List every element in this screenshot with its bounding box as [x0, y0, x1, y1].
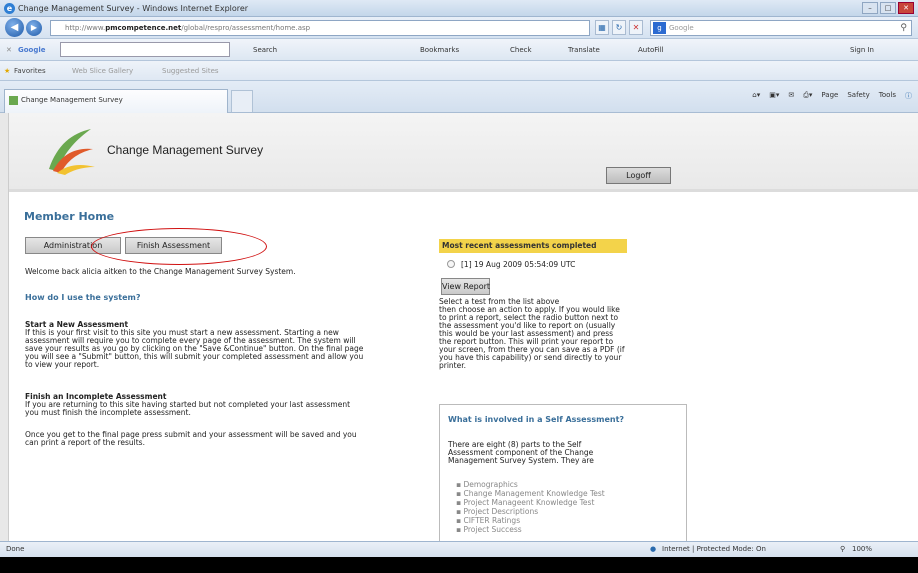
search-input[interactable]: g Google ⚲	[650, 20, 912, 36]
safety-menu[interactable]: Safety	[847, 91, 869, 101]
maximize-icon[interactable]: □	[880, 2, 896, 14]
favorites-bar: ★ Favorites Web Slice Gallery Suggested …	[0, 61, 918, 81]
parts-list: Demographics Change Management Knowledge…	[456, 480, 605, 534]
refresh-icon[interactable]: ↻	[612, 20, 626, 35]
app-header: Change Management Survey Logoff	[9, 113, 918, 189]
url-prefix: http://www.	[65, 24, 106, 32]
search-icon[interactable]: ⚲	[900, 21, 907, 35]
highlight-annotation	[91, 228, 267, 265]
bookmarks-button[interactable]: Bookmarks	[420, 39, 459, 61]
signin-button[interactable]: Sign In	[850, 39, 874, 61]
how-heading: How do I use the system?	[25, 293, 141, 302]
google-label: Google	[18, 46, 46, 54]
autofill-button[interactable]: AutoFill	[638, 39, 664, 61]
new-tab-button[interactable]	[231, 90, 253, 112]
list-item: Change Management Knowledge Test	[456, 489, 604, 498]
panel-title: What is involved in a Self Assessment?	[448, 415, 625, 424]
logoff-button[interactable]: Logoff	[606, 167, 671, 184]
google-search-input[interactable]	[60, 42, 230, 57]
ie-logo-icon: e	[4, 3, 15, 14]
web-slice-gallery-link[interactable]: Web Slice Gallery	[72, 61, 133, 81]
recent-assessments-heading: Most recent assessments completed	[439, 239, 627, 253]
favorites-button[interactable]: Favorites	[14, 61, 46, 81]
google-toolbar: ✕ Google Search Bookmarks Check Translat…	[0, 39, 918, 61]
app-title: Change Management Survey	[107, 143, 264, 157]
page-menu[interactable]: Page	[821, 91, 838, 101]
list-item: Project Success	[456, 525, 605, 534]
url-field[interactable]: http://www.pmcompetence.net/global/respr…	[50, 20, 590, 36]
left-gutter	[0, 113, 8, 541]
list-item: Project Manageent Knowledge Test	[456, 498, 605, 507]
search-placeholder: Google	[669, 24, 694, 32]
zoom-icon[interactable]: ⚲	[840, 542, 845, 557]
url-domain: pmcompetence.net	[105, 24, 182, 32]
print-icon[interactable]: ⎙▾	[803, 91, 812, 101]
mail-icon[interactable]: ✉	[788, 91, 794, 101]
assessment-entry: [1] 19 Aug 2009 05:54:09 UTC	[461, 260, 576, 269]
forward-arrow-icon[interactable]: ▶	[26, 20, 42, 36]
self-assessment-panel: What is involved in a Self Assessment? T…	[439, 404, 687, 541]
toolbar-close-icon[interactable]: ✕	[6, 39, 12, 61]
finish-line: you must finish the incomplete assessmen…	[25, 408, 191, 417]
stop-icon[interactable]: ✕	[629, 20, 643, 35]
compatibility-icon[interactable]: ▦	[595, 20, 609, 35]
header-divider	[9, 189, 918, 192]
favorites-star-icon: ★	[4, 67, 11, 75]
globe-icon: ●	[650, 545, 657, 553]
window-title: Change Management Survey - Windows Inter…	[18, 4, 249, 13]
view-report-button[interactable]: View Report	[441, 278, 490, 295]
tab-change-management-survey[interactable]: Change Management Survey	[4, 89, 228, 113]
help-icon[interactable]: ⓘ	[905, 91, 912, 101]
google-icon: g	[653, 22, 666, 34]
tab-title: Change Management Survey	[21, 96, 123, 104]
zone-text: Internet | Protected Mode: On	[662, 545, 766, 553]
url-path: /global/respro/assessment/home.asp	[181, 24, 311, 32]
check-button[interactable]: Check	[510, 39, 532, 61]
help-line: you have this capability) or send direct…	[439, 353, 622, 362]
feeds-icon[interactable]: ▣▾	[769, 91, 779, 101]
back-arrow-icon[interactable]: ◀	[5, 18, 24, 37]
taskbar-edge	[0, 557, 918, 573]
app-logo-icon	[49, 129, 95, 175]
close-icon[interactable]: ✕	[898, 2, 914, 14]
suggested-sites-link[interactable]: Suggested Sites	[162, 61, 219, 81]
command-bar: ⌂▾ ▣▾ ✉ ⎙▾ Page Safety Tools ⓘ	[752, 91, 912, 101]
list-item: Project Descriptions	[456, 507, 605, 516]
help-line: printer.	[439, 361, 467, 370]
home-icon[interactable]: ⌂▾	[752, 91, 760, 101]
status-text: Done	[6, 545, 25, 553]
start-line: to view your report.	[25, 360, 100, 369]
zoom-level[interactable]: 100%	[852, 542, 872, 557]
window-title-bar: e Change Management Survey - Windows Int…	[0, 0, 918, 17]
tab-favicon-icon	[9, 96, 18, 105]
translate-button[interactable]: Translate	[568, 39, 600, 61]
final-line: can print a report of the results.	[25, 438, 145, 447]
page-title: Member Home	[24, 210, 115, 223]
list-item: CIFTER Ratings	[456, 516, 605, 525]
assessment-radio[interactable]	[447, 260, 455, 268]
google-search-button[interactable]: Search	[253, 39, 277, 61]
panel-intro-line: Management Survey System. They are	[448, 456, 594, 465]
welcome-text: Welcome back alicia aitken to the Change…	[25, 267, 296, 276]
tools-menu[interactable]: Tools	[879, 91, 896, 101]
address-bar: ◀ ▶ http://www.pmcompetence.net/global/r…	[0, 17, 918, 39]
minimize-icon[interactable]: –	[862, 2, 878, 14]
status-bar: Done ● Internet | Protected Mode: On ⚲ 1…	[0, 541, 918, 557]
page-content: Change Management Survey Logoff Member H…	[8, 113, 918, 541]
list-item: Demographics	[456, 480, 605, 489]
tab-bar: Change Management Survey ⌂▾ ▣▾ ✉ ⎙▾ Page…	[0, 81, 918, 113]
